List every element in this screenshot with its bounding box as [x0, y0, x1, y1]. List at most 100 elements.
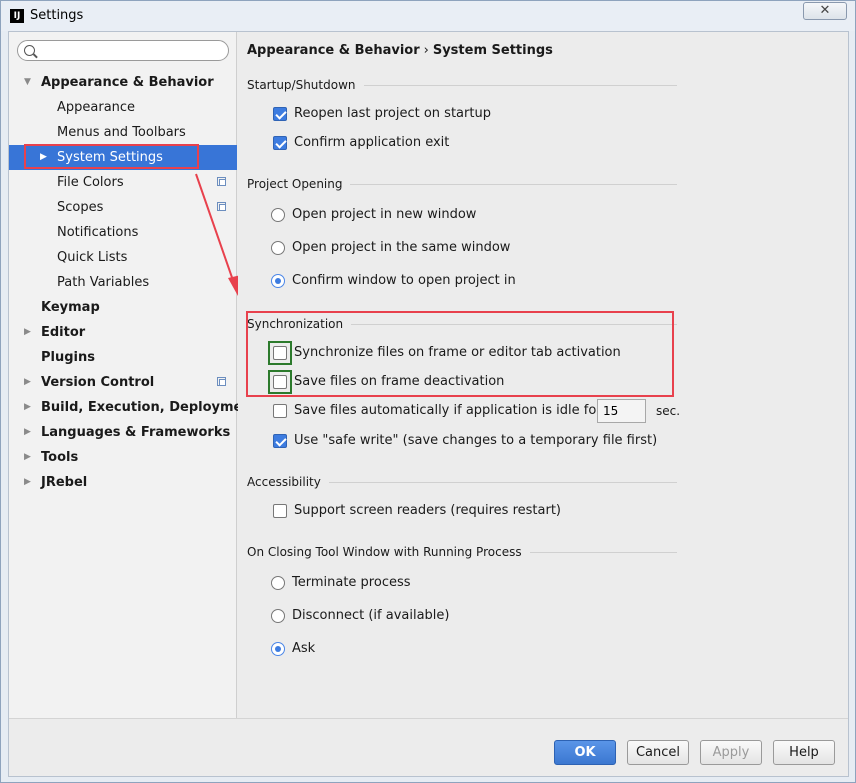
- sidebar-item-label: Quick Lists: [57, 250, 128, 265]
- sidebar-item-label: Menus and Toolbars: [57, 125, 186, 140]
- option-label: Terminate process: [292, 575, 411, 590]
- apply-button[interactable]: Apply: [700, 740, 762, 765]
- section-title: Project Opening: [247, 177, 343, 191]
- ok-button[interactable]: OK: [554, 740, 616, 765]
- collapsed-arrow-icon[interactable]: ▶: [24, 445, 34, 470]
- confirm-exit-checkbox[interactable]: [273, 136, 287, 150]
- cancel-button[interactable]: Cancel: [627, 740, 689, 765]
- collapsed-arrow-icon[interactable]: ▶: [24, 370, 34, 395]
- breadcrumb: Appearance & Behavior › System Settings: [247, 43, 553, 58]
- save-when-idle-checkbox[interactable]: [273, 404, 287, 418]
- screen-readers-checkbox[interactable]: [273, 504, 287, 518]
- project-scope-icon: [217, 377, 226, 386]
- option-label: Confirm application exit: [294, 135, 450, 150]
- sidebar-item-label: Notifications: [57, 225, 139, 240]
- option-label: Use "safe write" (save changes to a temp…: [294, 433, 658, 448]
- option-label: Disconnect (if available): [292, 608, 450, 623]
- save-when-idle-option[interactable]: Save files automatically if application …: [273, 402, 602, 420]
- open-same-window-option[interactable]: Open project in the same window: [271, 239, 510, 257]
- option-label: Save files automatically if application …: [294, 403, 602, 418]
- ask-option[interactable]: Ask: [271, 640, 315, 658]
- sidebar-item-label: Version Control: [41, 375, 155, 390]
- section-title: Accessibility: [247, 475, 321, 489]
- collapsed-arrow-icon[interactable]: ▶: [24, 420, 34, 445]
- settings-sidebar: ▼ Appearance & Behavior Appearance Menus an…: [9, 32, 258, 718]
- section-on-closing: On Closing Tool Window with Running Proc…: [247, 545, 677, 559]
- open-new-window-option[interactable]: Open project in new window: [271, 206, 476, 224]
- highlight-box-save-checkbox: [268, 370, 292, 394]
- option-label: Support screen readers (requires restart…: [294, 503, 561, 518]
- sidebar-item-label: Appearance: [57, 100, 136, 115]
- disconnect-option[interactable]: Disconnect (if available): [271, 607, 450, 625]
- confirm-window-radio[interactable]: [271, 274, 285, 288]
- sidebar-item-label: File Colors: [57, 175, 124, 190]
- sidebar-item-label: JRebel: [41, 475, 88, 490]
- collapsed-arrow-icon[interactable]: ▶: [24, 470, 34, 495]
- breadcrumb-parent[interactable]: Appearance & Behavior: [247, 43, 420, 58]
- collapsed-arrow-icon[interactable]: ▶: [24, 395, 34, 420]
- safe-write-checkbox[interactable]: [273, 434, 287, 448]
- highlight-box-synchronization: [246, 311, 674, 397]
- sidebar-item-version-control[interactable]: ▶ Version Control: [9, 370, 237, 395]
- section-startup-shutdown: Startup/Shutdown: [247, 78, 677, 92]
- section-title: On Closing Tool Window with Running Proc…: [247, 545, 522, 559]
- settings-client-area: ▼ Appearance & Behavior Appearance Menus an…: [8, 31, 849, 777]
- confirm-exit-option[interactable]: Confirm application exit: [273, 134, 449, 152]
- sidebar-item-label: Path Variables: [57, 275, 150, 290]
- sidebar-item-label: Tools: [41, 450, 79, 465]
- sidebar-item-tools[interactable]: ▶ Tools: [9, 445, 237, 470]
- sidebar-item-label: Build, Execution, Deployment: [41, 400, 258, 415]
- idle-seconds-input[interactable]: [597, 399, 646, 423]
- system-settings-panel: Appearance & Behavior › System Settings St…: [238, 32, 848, 718]
- section-accessibility: Accessibility: [247, 475, 677, 489]
- section-project-opening: Project Opening: [247, 177, 677, 191]
- collapsed-arrow-icon[interactable]: ▶: [24, 320, 34, 345]
- option-label: Ask: [292, 641, 316, 656]
- title-bar: IJ Settings ✕: [1, 1, 855, 31]
- search-input[interactable]: [40, 43, 224, 58]
- sidebar-item-appearance-behavior[interactable]: ▼ Appearance & Behavior: [9, 70, 237, 95]
- sidebar-item-languages-frameworks[interactable]: ▶ Languages & Frameworks: [9, 420, 237, 445]
- settings-window: IJ Settings ✕ ▼ Appearance & Behavior Appe…: [0, 0, 856, 783]
- terminate-process-radio[interactable]: [271, 576, 285, 590]
- window-title: Settings: [30, 8, 84, 23]
- option-label: Open project in new window: [292, 207, 477, 222]
- sidebar-item-plugins[interactable]: Plugins: [9, 345, 237, 370]
- sidebar-item-menus-and-toolbars[interactable]: Menus and Toolbars: [9, 120, 237, 145]
- expanded-arrow-icon[interactable]: ▼: [24, 70, 34, 95]
- sidebar-item-label: Scopes: [57, 200, 104, 215]
- dialog-footer: OK Cancel Apply Help: [9, 718, 848, 776]
- breadcrumb-separator: ›: [423, 43, 429, 58]
- idle-seconds-unit: sec.: [656, 404, 681, 418]
- safe-write-option[interactable]: Use "safe write" (save changes to a temp…: [273, 432, 657, 450]
- sidebar-item-label: Editor: [41, 325, 86, 340]
- sidebar-item-jrebel[interactable]: ▶ JRebel: [9, 470, 237, 495]
- settings-search[interactable]: [17, 40, 229, 61]
- sidebar-item-editor[interactable]: ▶ Editor: [9, 320, 237, 345]
- terminate-process-option[interactable]: Terminate process: [271, 574, 411, 592]
- section-title: Startup/Shutdown: [247, 78, 356, 92]
- highlight-box-sync-checkbox: [268, 341, 292, 365]
- ask-radio[interactable]: [271, 642, 285, 656]
- open-same-window-radio[interactable]: [271, 241, 285, 255]
- option-label: Open project in the same window: [292, 240, 511, 255]
- open-new-window-radio[interactable]: [271, 208, 285, 222]
- sidebar-item-label: Plugins: [41, 350, 95, 365]
- sidebar-item-build-execution-deployment[interactable]: ▶ Build, Execution, Deployment: [9, 395, 258, 420]
- reopen-last-project-option[interactable]: Reopen last project on startup: [273, 105, 491, 123]
- sidebar-item-label: Languages & Frameworks: [41, 425, 231, 440]
- option-label: Confirm window to open project in: [292, 273, 516, 288]
- search-icon: [24, 45, 35, 56]
- disconnect-radio[interactable]: [271, 609, 285, 623]
- sidebar-item-label: Keymap: [41, 300, 100, 315]
- intellij-logo-icon: IJ: [10, 9, 24, 23]
- confirm-window-option[interactable]: Confirm window to open project in: [271, 272, 516, 290]
- sidebar-item-appearance[interactable]: Appearance: [9, 95, 237, 120]
- option-label: Reopen last project on startup: [294, 106, 491, 121]
- help-button[interactable]: Help: [773, 740, 835, 765]
- screen-readers-option[interactable]: Support screen readers (requires restart…: [273, 502, 561, 520]
- sidebar-item-label: Appearance & Behavior: [41, 75, 214, 90]
- reopen-last-project-checkbox[interactable]: [273, 107, 287, 121]
- close-window-button[interactable]: ✕: [803, 2, 847, 20]
- breadcrumb-current: System Settings: [432, 43, 553, 58]
